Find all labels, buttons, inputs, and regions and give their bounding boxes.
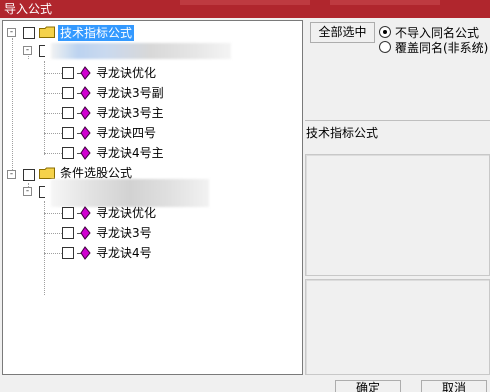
formula-diamond-icon: [77, 206, 91, 220]
formula-label[interactable]: 寻龙诀3号副: [96, 85, 164, 101]
tree-connector: [44, 133, 62, 134]
tree-connector: [44, 153, 62, 154]
tree-connector: [44, 201, 45, 295]
tree-connector: [44, 233, 62, 234]
formula-checkbox[interactable]: [62, 227, 74, 239]
redacted-subgroup-label: [51, 43, 231, 59]
formula-description-panel[interactable]: [305, 154, 490, 276]
formula-checkbox[interactable]: [62, 207, 74, 219]
formula-diamond-icon: [77, 246, 91, 260]
collapse-toggle[interactable]: -: [23, 187, 32, 196]
collapse-toggle[interactable]: -: [7, 170, 16, 179]
formula-diamond-icon: [77, 106, 91, 120]
title-bar-artifact: [330, 0, 440, 5]
collapse-toggle[interactable]: -: [23, 46, 32, 55]
no-import-radio[interactable]: [379, 26, 391, 38]
subgroup-checkbox[interactable]: [39, 45, 45, 57]
group-label-technical[interactable]: 技术指标公式: [58, 25, 135, 41]
formula-checkbox[interactable]: [62, 67, 74, 79]
formula-checkbox[interactable]: [62, 147, 74, 159]
formula-diamond-icon: [77, 66, 91, 80]
collapse-toggle[interactable]: -: [7, 28, 16, 37]
formula-label[interactable]: 寻龙诀3号: [96, 225, 152, 241]
formula-diamond-icon: [77, 146, 91, 160]
formula-label[interactable]: 寻龙诀优化: [96, 65, 156, 81]
formula-type-box: 技术指标公式: [305, 120, 490, 152]
tree-connector: [44, 93, 62, 94]
tree-connector: [44, 73, 62, 74]
formula-diamond-icon: [77, 126, 91, 140]
formula-parameters-panel[interactable]: [305, 279, 490, 375]
formula-tree[interactable]: - 技术指标公式 - 寻龙诀优化 寻龙诀3号副 寻龙诀3号主 寻龙诀四号 寻龙诀…: [2, 20, 303, 375]
tree-connector: [44, 113, 62, 114]
formula-checkbox[interactable]: [62, 107, 74, 119]
select-all-button[interactable]: 全部选中: [310, 22, 375, 43]
redacted-subgroup-label: [51, 179, 209, 207]
formula-label[interactable]: 寻龙诀四号: [96, 125, 156, 141]
group-checkbox[interactable]: [23, 169, 35, 181]
tree-connector: [44, 61, 45, 155]
formula-diamond-icon: [77, 226, 91, 240]
formula-type-label: 技术指标公式: [306, 126, 379, 140]
overwrite-radio[interactable]: [379, 41, 391, 53]
formula-label[interactable]: 寻龙诀3号主: [96, 105, 164, 121]
tree-connector: [44, 253, 62, 254]
ok-button[interactable]: 确定: [335, 380, 401, 392]
folder-icon: [39, 167, 55, 179]
formula-label[interactable]: 寻龙诀优化: [96, 205, 156, 221]
overwrite-label[interactable]: 覆盖同名(非系统): [395, 41, 488, 55]
formula-label[interactable]: 寻龙诀4号: [96, 245, 152, 261]
formula-checkbox[interactable]: [62, 247, 74, 259]
cancel-button[interactable]: 取消: [421, 380, 487, 392]
tree-connector: [44, 213, 62, 214]
formula-checkbox[interactable]: [62, 127, 74, 139]
formula-diamond-icon: [77, 86, 91, 100]
formula-checkbox[interactable]: [62, 87, 74, 99]
title-bar: 导入公式: [0, 0, 490, 18]
group-checkbox[interactable]: [23, 27, 35, 39]
subgroup-checkbox[interactable]: [39, 186, 45, 198]
no-import-label[interactable]: 不导入同名公式: [395, 26, 479, 40]
title-bar-artifact: [180, 0, 310, 5]
folder-icon: [39, 26, 55, 38]
tree-connector: [12, 38, 13, 176]
window-title: 导入公式: [4, 2, 53, 16]
formula-label[interactable]: 寻龙诀4号主: [96, 145, 164, 161]
